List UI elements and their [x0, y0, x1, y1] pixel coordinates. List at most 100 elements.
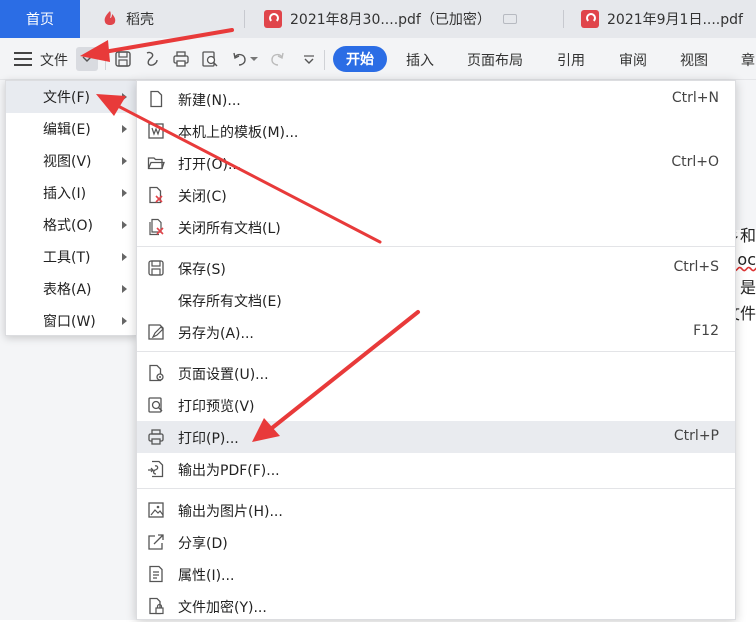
tab-daoke-label: 稻壳 — [126, 12, 154, 28]
print-preview-icon[interactable] — [199, 48, 221, 70]
file-menu-print-preview[interactable]: 打印预览(V) — [137, 389, 735, 421]
file-dropdown-button[interactable] — [76, 47, 98, 71]
new-document-icon — [147, 90, 165, 108]
menu-item-label: 文件(F) — [43, 90, 90, 106]
menu-item-edit[interactable]: 编辑(E) — [6, 113, 136, 145]
ribbon-tab-review[interactable]: 审阅 — [619, 50, 647, 70]
submenu-arrow-icon — [122, 189, 127, 197]
file-menu-close-all[interactable]: 关闭所有文档(L) — [137, 211, 735, 243]
menu-label: 打印(P)... — [178, 431, 239, 447]
menu-label: 新建(N)... — [178, 93, 241, 109]
tab-separator — [244, 10, 245, 28]
menu-item-label: 格式(O) — [43, 218, 93, 234]
file-menu-save-all[interactable]: 保存所有文档(E) — [137, 284, 735, 316]
menu-label: 属性(I)... — [178, 568, 235, 584]
properties-icon — [147, 565, 165, 583]
ribbon-tab-view[interactable]: 视图 — [680, 50, 708, 70]
hamburger-menu-icon[interactable] — [14, 52, 32, 66]
menu-label: 分享(D) — [178, 536, 228, 552]
menu-item-tools[interactable]: 工具(T) — [6, 241, 136, 273]
menu-shortcut: F12 — [693, 323, 719, 339]
menu-label: 打开(O)... — [178, 157, 242, 173]
submenu-arrow-icon — [122, 157, 127, 165]
menu-item-label: 编辑(E) — [43, 122, 91, 138]
printer-icon[interactable] — [170, 48, 192, 70]
tab-pdf-sep1-label: 2021年9月1日....pdf — [607, 12, 743, 28]
menu-separator — [137, 351, 735, 352]
file-menu-encrypt[interactable]: 文件加密(Y)... — [137, 590, 735, 622]
file-menu-print[interactable]: 打印(P)... Ctrl+P — [137, 421, 735, 453]
menu-shortcut: Ctrl+N — [671, 90, 719, 106]
file-menu-button[interactable]: 文件 — [40, 50, 68, 70]
file-menu-properties[interactable]: 属性(I)... — [137, 558, 735, 590]
file-menu-open[interactable]: 打开(O)... Ctrl+O — [137, 147, 735, 179]
menu-item-file[interactable]: 文件(F) — [6, 81, 136, 113]
file-menu-save[interactable]: 保存(S) Ctrl+S — [137, 252, 735, 284]
menu-item-label: 插入(I) — [43, 186, 87, 202]
menu-label: 输出为图片(H)... — [178, 504, 283, 520]
menu-item-view[interactable]: 视图(V) — [6, 145, 136, 177]
tab-home-label: 首页 — [26, 12, 54, 28]
daoke-flame-icon — [102, 10, 118, 28]
undo-dropdown-icon[interactable] — [249, 48, 259, 70]
submenu-arrow-icon — [122, 93, 127, 101]
print-preview-icon — [147, 396, 165, 414]
main-menu: 文件(F) 编辑(E) 视图(V) 插入(I) 格式(O) 工具(T) 表格(A… — [5, 80, 137, 336]
file-menu-export-pdf[interactable]: 输出为PDF(F)... — [137, 453, 735, 485]
menu-shortcut: Ctrl+P — [673, 428, 719, 444]
menu-item-label: 表格(A) — [43, 282, 92, 298]
ribbon-tab-page-layout[interactable]: 页面布局 — [467, 50, 523, 70]
menu-item-format[interactable]: 格式(O) — [6, 209, 136, 241]
ribbon-tab-chapter[interactable]: 章 — [741, 50, 755, 70]
page-setup-icon — [147, 364, 165, 382]
file-menu-close[interactable]: 关闭(C) — [137, 179, 735, 211]
menu-label: 文件加密(Y)... — [178, 600, 267, 616]
tab-home[interactable]: 首页 — [0, 0, 80, 38]
file-submenu: 新建(N)... Ctrl+N 本机上的模板(M)... 打开(O)... Ct… — [136, 80, 736, 620]
chevron-down-icon — [82, 56, 92, 62]
ribbon-tab-insert[interactable]: 插入 — [406, 50, 434, 70]
customize-toolbar-icon[interactable] — [298, 48, 320, 70]
close-all-icon — [147, 218, 165, 236]
monitor-icon — [502, 14, 517, 24]
menu-label: 输出为PDF(F)... — [178, 463, 280, 479]
submenu-arrow-icon — [122, 285, 127, 293]
menu-item-table[interactable]: 表格(A) — [6, 273, 136, 305]
menu-label: 本机上的模板(M)... — [178, 125, 299, 141]
ribbon-tab-start[interactable]: 开始 — [333, 46, 387, 72]
share-icon — [147, 533, 165, 551]
export-pdf-icon[interactable] — [141, 48, 163, 70]
undo-icon[interactable] — [229, 48, 251, 70]
file-menu-save-as[interactable]: 另存为(A)... F12 — [137, 316, 735, 348]
tab-pdf-aug30[interactable]: 2021年8月30....pdf（已加密） — [258, 0, 558, 38]
tab-daoke[interactable]: 稻壳 — [92, 0, 232, 38]
tab-pdf-sep1[interactable]: 2021年9月1日....pdf — [575, 0, 756, 38]
file-menu-share[interactable]: 分享(D) — [137, 526, 735, 558]
menu-separator — [137, 246, 735, 247]
save-icon[interactable] — [112, 48, 134, 70]
template-icon — [147, 122, 165, 140]
menu-label: 关闭(C) — [178, 189, 227, 205]
document-text: 是 — [739, 278, 756, 297]
export-pdf-icon — [147, 460, 165, 478]
file-menu-new[interactable]: 新建(N)... Ctrl+N — [137, 83, 735, 115]
menu-label: 保存(S) — [178, 262, 226, 278]
save-as-icon — [147, 323, 165, 341]
pdf-icon — [581, 10, 599, 28]
menu-label: 另存为(A)... — [178, 326, 254, 342]
menu-item-window[interactable]: 窗口(W) — [6, 305, 136, 337]
file-menu-export-image[interactable]: 输出为图片(H)... — [137, 494, 735, 526]
menu-label: 关闭所有文档(L) — [178, 221, 281, 237]
submenu-arrow-icon — [122, 125, 127, 133]
redo-icon[interactable] — [266, 48, 288, 70]
menu-item-insert[interactable]: 插入(I) — [6, 177, 136, 209]
menu-shortcut: Ctrl+S — [673, 259, 719, 275]
encrypt-icon — [147, 597, 165, 615]
menu-separator — [137, 488, 735, 489]
file-menu-local-templates[interactable]: 本机上的模板(M)... — [137, 115, 735, 147]
open-folder-icon — [147, 154, 165, 172]
file-menu-page-setup[interactable]: 页面设置(U)... — [137, 357, 735, 389]
pdf-icon — [264, 10, 282, 28]
ribbon-tab-references[interactable]: 引用 — [557, 50, 585, 70]
printer-icon — [147, 428, 165, 446]
